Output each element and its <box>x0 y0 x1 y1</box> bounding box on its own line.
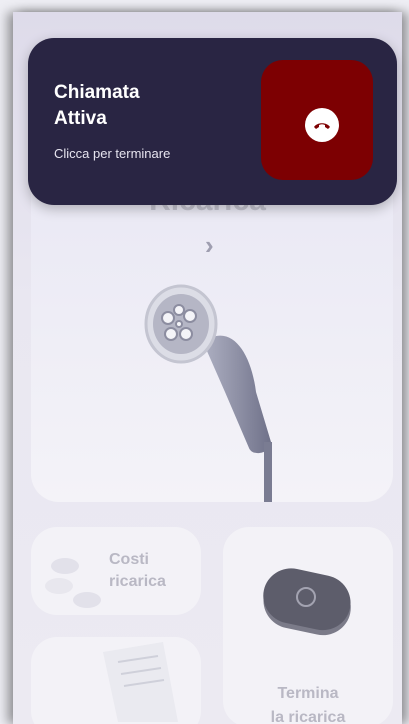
ev-plug-illustration <box>144 284 272 502</box>
call-title: Chiamata Attiva <box>54 80 214 132</box>
power-button-illustration <box>263 568 351 636</box>
call-title-line2: Attiva <box>54 108 107 129</box>
receipt-illustration <box>103 642 178 722</box>
end-call-button[interactable] <box>261 60 373 180</box>
coins-illustration <box>45 558 101 608</box>
call-title-line1: Chiamata <box>54 82 140 103</box>
stop-label-line2: la ricarica <box>270 709 346 724</box>
costs-label-line2: ricarica <box>109 573 166 590</box>
hang-up-icon <box>305 108 339 142</box>
stop-label-line1: Termina <box>277 685 339 702</box>
active-call-banner[interactable]: Chiamata Attiva Clicca per terminare <box>28 38 397 205</box>
stop-charging-label: Termina la ricarica <box>223 682 393 724</box>
chevron-right-icon[interactable]: › <box>205 230 231 260</box>
costs-card-label: Costi ricarica <box>109 549 189 593</box>
costs-label-line1: Costi <box>109 551 149 568</box>
call-subtitle: Clicca per terminare <box>54 146 171 161</box>
